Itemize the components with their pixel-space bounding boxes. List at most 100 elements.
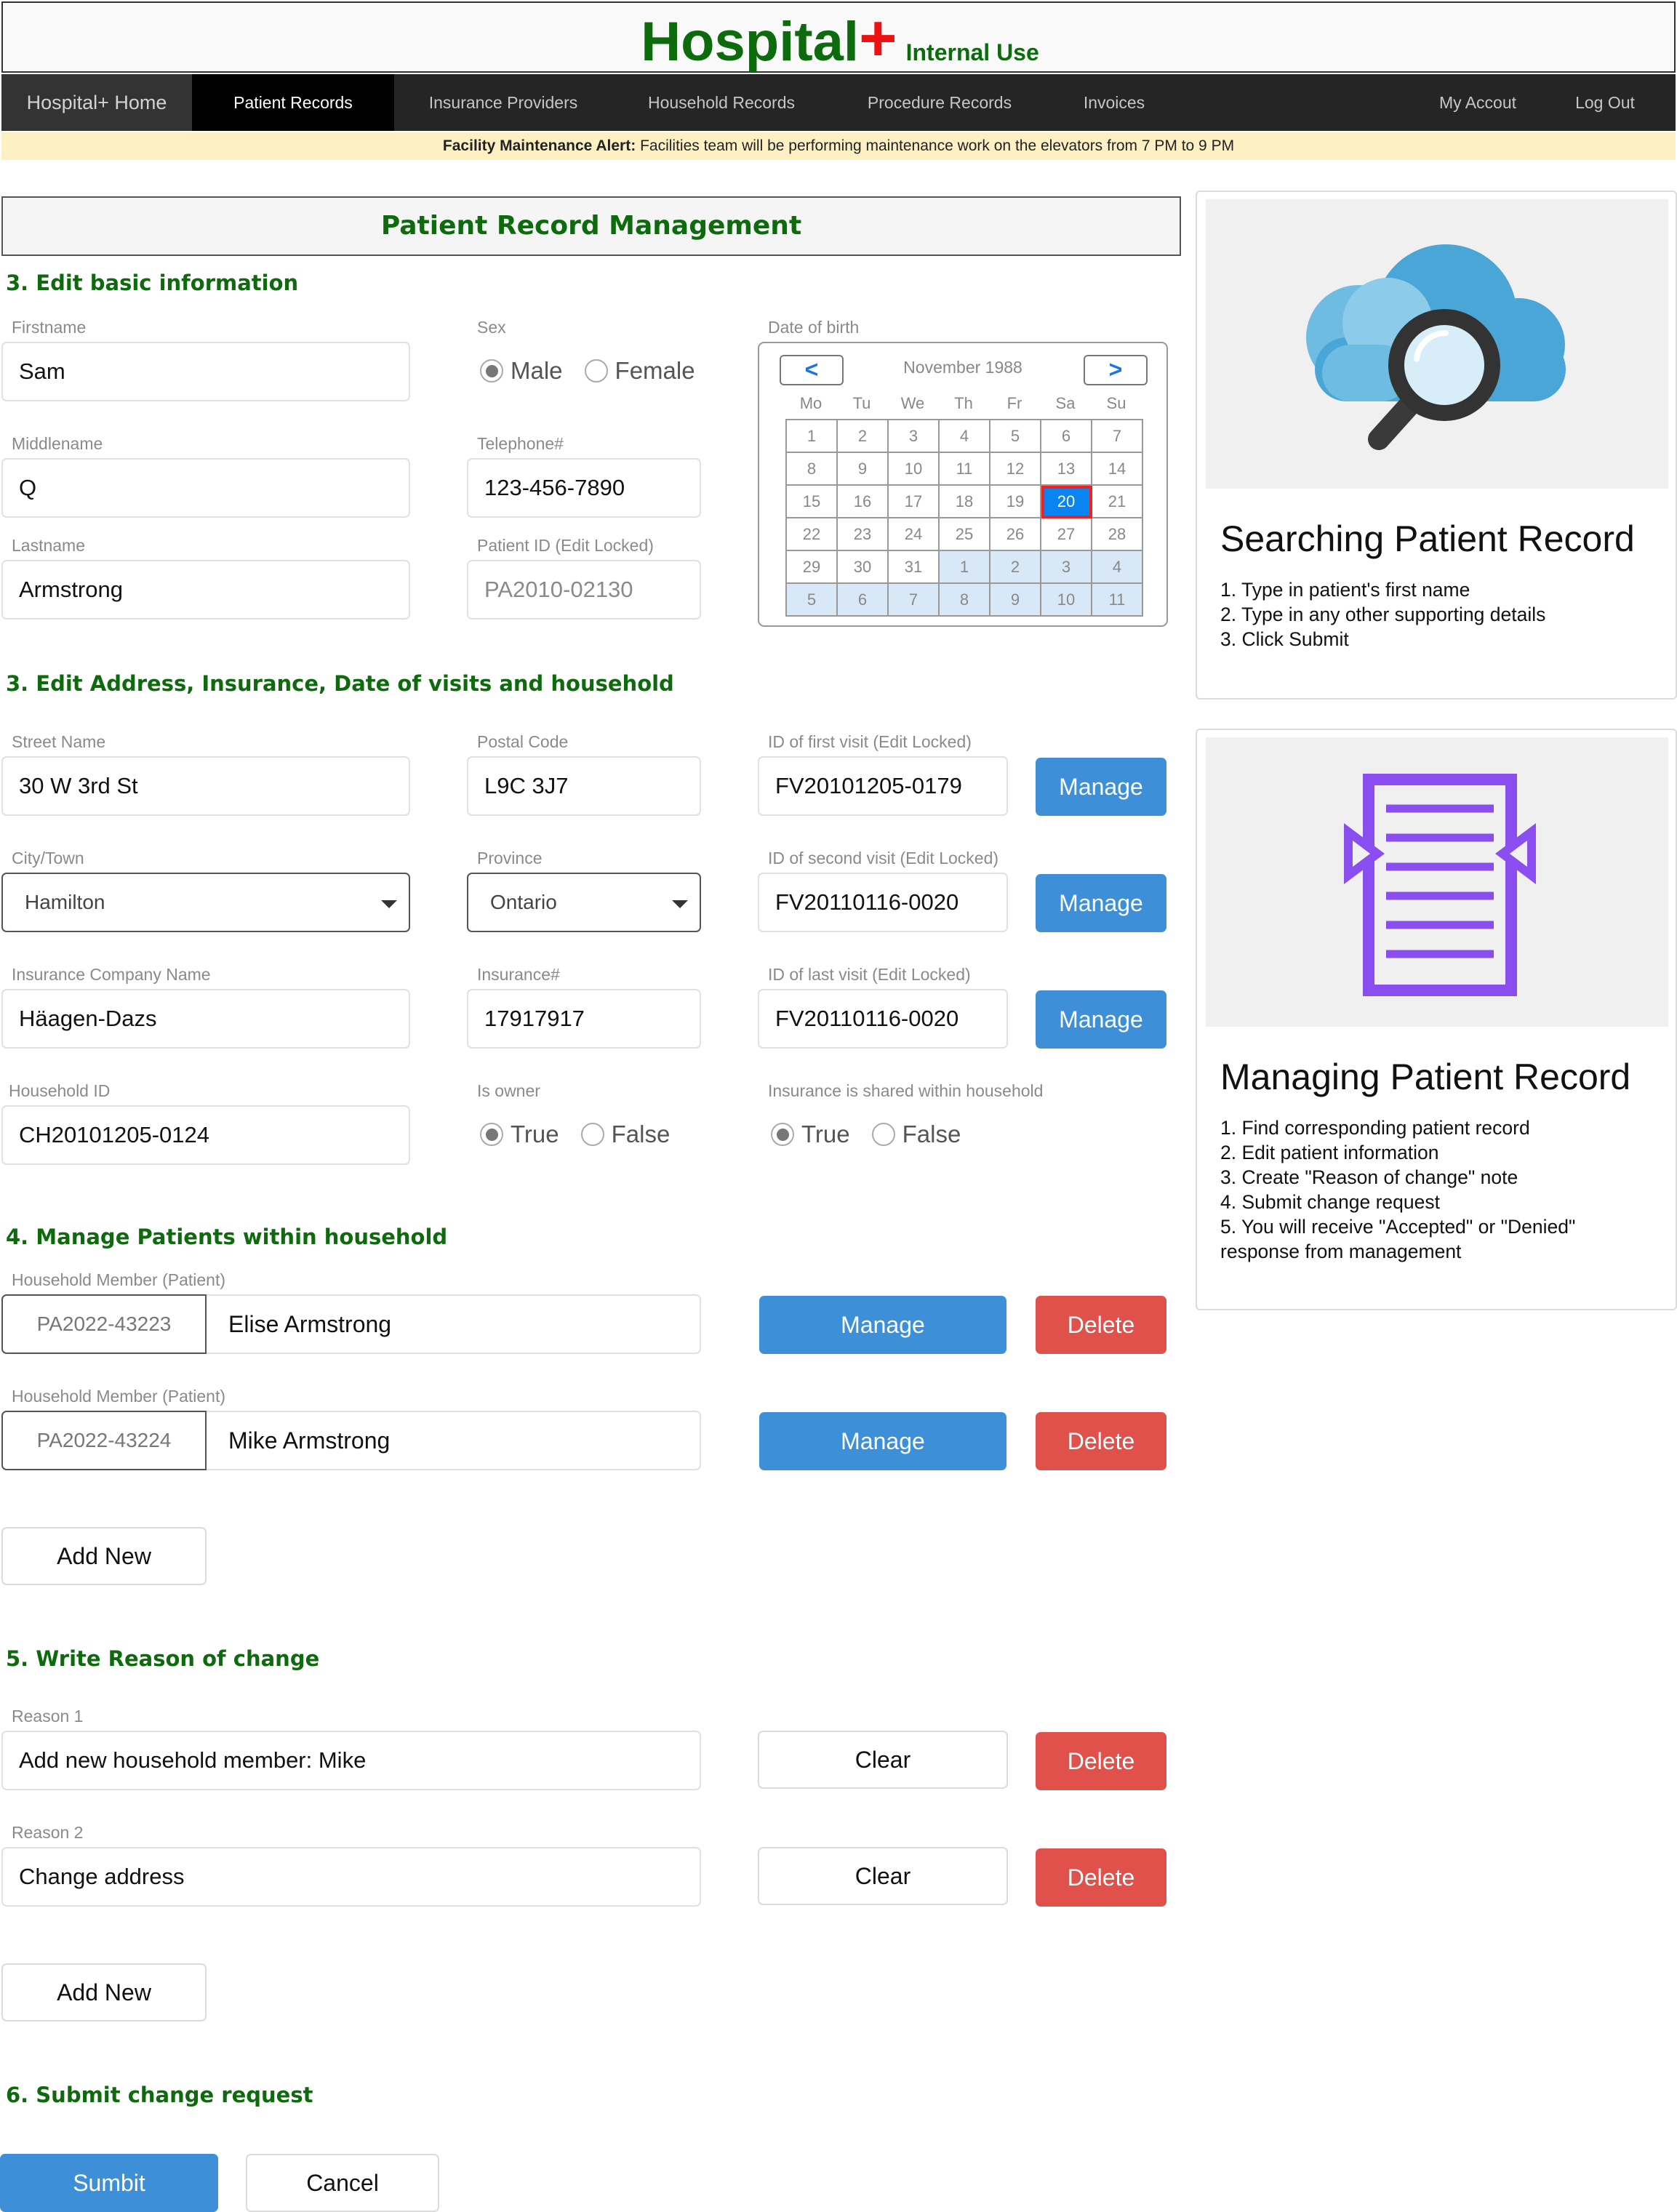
calendar-day[interactable]: 3 xyxy=(889,420,940,453)
calendar-day[interactable]: 8 xyxy=(940,584,990,617)
manage-second-visit-button[interactable]: Manage xyxy=(1036,874,1166,932)
manage-member-button[interactable]: Manage xyxy=(759,1296,1006,1354)
calendar-day[interactable]: 17 xyxy=(889,486,940,518)
nav-item-log-out[interactable]: Log Out xyxy=(1543,74,1667,131)
telephone-field[interactable]: 123-456-7890 xyxy=(467,458,701,518)
calendar-day[interactable]: 4 xyxy=(940,420,990,453)
clear-reason-button[interactable]: Clear xyxy=(758,1847,1008,1905)
is-owner-option-false[interactable]: False xyxy=(580,1121,670,1148)
manage-first-visit-button[interactable]: Manage xyxy=(1036,758,1166,816)
calendar-day[interactable]: 16 xyxy=(838,486,889,518)
calendar-day[interactable]: 19 xyxy=(990,486,1041,518)
calendar-day[interactable]: 21 xyxy=(1092,486,1143,518)
calendar-day[interactable]: 22 xyxy=(787,518,838,551)
street-field[interactable]: 30 W 3rd St xyxy=(1,756,410,816)
reason-field[interactable]: Add new household member: Mike xyxy=(1,1731,701,1790)
sex-option-female[interactable]: Female xyxy=(584,357,695,385)
city-select[interactable]: Hamilton xyxy=(1,873,410,932)
manage-help-card: Managing Patient Record 1. Find correspo… xyxy=(1196,729,1677,1310)
manage-member-button[interactable]: Manage xyxy=(759,1412,1006,1470)
calendar-day[interactable]: 25 xyxy=(940,518,990,551)
nav-item-procedure-records[interactable]: Procedure Records xyxy=(831,74,1049,131)
add-new-reason-button[interactable]: Add New xyxy=(1,1963,207,2021)
calendar-day[interactable]: 24 xyxy=(889,518,940,551)
manage-step: 2. Edit patient information xyxy=(1220,1142,1439,1163)
calendar-day[interactable]: 30 xyxy=(838,551,889,584)
calendar-day[interactable]: 7 xyxy=(889,584,940,617)
insurance-company-field[interactable]: Häagen-Dazs xyxy=(1,989,410,1049)
clear-reason-button[interactable]: Clear xyxy=(758,1731,1008,1789)
nav-item-invoices[interactable]: Invoices xyxy=(1049,74,1180,131)
calendar-day[interactable]: 10 xyxy=(889,453,940,486)
calendar-day[interactable]: 18 xyxy=(940,486,990,518)
calendar-day[interactable]: 1 xyxy=(940,551,990,584)
firstname-field[interactable]: Sam xyxy=(1,342,410,401)
radio-unchecked[interactable] xyxy=(584,359,608,382)
calendar-day[interactable]: 9 xyxy=(990,584,1041,617)
insurance-number-field[interactable]: 17917917 xyxy=(467,989,701,1049)
calendar-day[interactable]: 8 xyxy=(787,453,838,486)
delete-reason-button[interactable]: Delete xyxy=(1036,1732,1166,1790)
calendar-day[interactable]: 27 xyxy=(1041,518,1092,551)
calendar-day[interactable]: 11 xyxy=(940,453,990,486)
household-member-label: Household Member (Patient) xyxy=(12,1387,226,1406)
calendar-day[interactable]: 6 xyxy=(838,584,889,617)
nav-item-patient-records[interactable]: Patient Records xyxy=(192,74,394,131)
manage-last-visit-button[interactable]: Manage xyxy=(1036,990,1166,1049)
nav-item-household-records[interactable]: Household Records xyxy=(612,74,831,131)
insurance-shared-option-true[interactable]: True xyxy=(771,1121,850,1148)
household-id-field[interactable]: CH20101205-0124 xyxy=(1,1105,410,1165)
delete-member-button[interactable]: Delete xyxy=(1036,1296,1166,1354)
radio-checked[interactable] xyxy=(480,359,503,382)
nav-item-my-account[interactable]: My Accout xyxy=(1412,74,1543,131)
calendar-day[interactable]: 9 xyxy=(838,453,889,486)
household-member-name[interactable]: Elise Armstrong xyxy=(207,1294,701,1354)
cancel-button[interactable]: Cancel xyxy=(246,2154,439,2212)
radio-checked[interactable] xyxy=(771,1123,794,1146)
calendar-day[interactable]: 6 xyxy=(1041,420,1092,453)
nav-item-home[interactable]: Hospital+ Home xyxy=(1,74,192,131)
household-member-label: Household Member (Patient) xyxy=(12,1270,226,1289)
calendar-day[interactable]: 5 xyxy=(787,584,838,617)
calendar-day[interactable]: 10 xyxy=(1041,584,1092,617)
calendar-day[interactable]: 1 xyxy=(787,420,838,453)
province-select[interactable]: Ontario xyxy=(467,873,701,932)
submit-button[interactable]: Sumbit xyxy=(0,2154,218,2212)
calendar-day[interactable]: 29 xyxy=(787,551,838,584)
nav-item-insurance-providers[interactable]: Insurance Providers xyxy=(394,74,612,131)
radio-unchecked[interactable] xyxy=(871,1123,895,1146)
lastname-field[interactable]: Armstrong xyxy=(1,560,410,620)
calendar-day[interactable]: 2 xyxy=(990,551,1041,584)
calendar-day[interactable]: 13 xyxy=(1041,453,1092,486)
radio-unchecked[interactable] xyxy=(580,1123,604,1146)
radio-checked[interactable] xyxy=(480,1123,503,1146)
calendar-day[interactable]: 4 xyxy=(1092,551,1143,584)
delete-member-button[interactable]: Delete xyxy=(1036,1412,1166,1470)
calendar-prev-button[interactable]: < xyxy=(780,355,844,385)
calendar-day[interactable]: 2 xyxy=(838,420,889,453)
insurance-shared-label: Insurance is shared within household xyxy=(768,1081,1044,1100)
calendar-day-selected[interactable]: 20 xyxy=(1041,486,1092,518)
calendar-day[interactable]: 23 xyxy=(838,518,889,551)
calendar-day[interactable]: 7 xyxy=(1092,420,1143,453)
sex-option-male[interactable]: Male xyxy=(480,357,563,385)
calendar-day[interactable]: 14 xyxy=(1092,453,1143,486)
calendar-day[interactable]: 28 xyxy=(1092,518,1143,551)
add-new-member-button[interactable]: Add New xyxy=(1,1527,207,1585)
reason-field[interactable]: Change address xyxy=(1,1847,701,1907)
calendar-day[interactable]: 15 xyxy=(787,486,838,518)
weekday-label: Su xyxy=(1106,394,1126,412)
household-member-name[interactable]: Mike Armstrong xyxy=(207,1411,701,1470)
calendar-day[interactable]: 3 xyxy=(1041,551,1092,584)
calendar-day[interactable]: 31 xyxy=(889,551,940,584)
calendar-day[interactable]: 5 xyxy=(990,420,1041,453)
postal-code-field[interactable]: L9C 3J7 xyxy=(467,756,701,816)
insurance-shared-option-false[interactable]: False xyxy=(871,1121,961,1148)
calendar-day[interactable]: 12 xyxy=(990,453,1041,486)
calendar-next-button[interactable]: > xyxy=(1084,355,1148,385)
middlename-field[interactable]: Q xyxy=(1,458,410,518)
calendar-day[interactable]: 11 xyxy=(1092,584,1143,617)
is-owner-option-true[interactable]: True xyxy=(480,1121,559,1148)
delete-reason-button[interactable]: Delete xyxy=(1036,1848,1166,1907)
calendar-day[interactable]: 26 xyxy=(990,518,1041,551)
